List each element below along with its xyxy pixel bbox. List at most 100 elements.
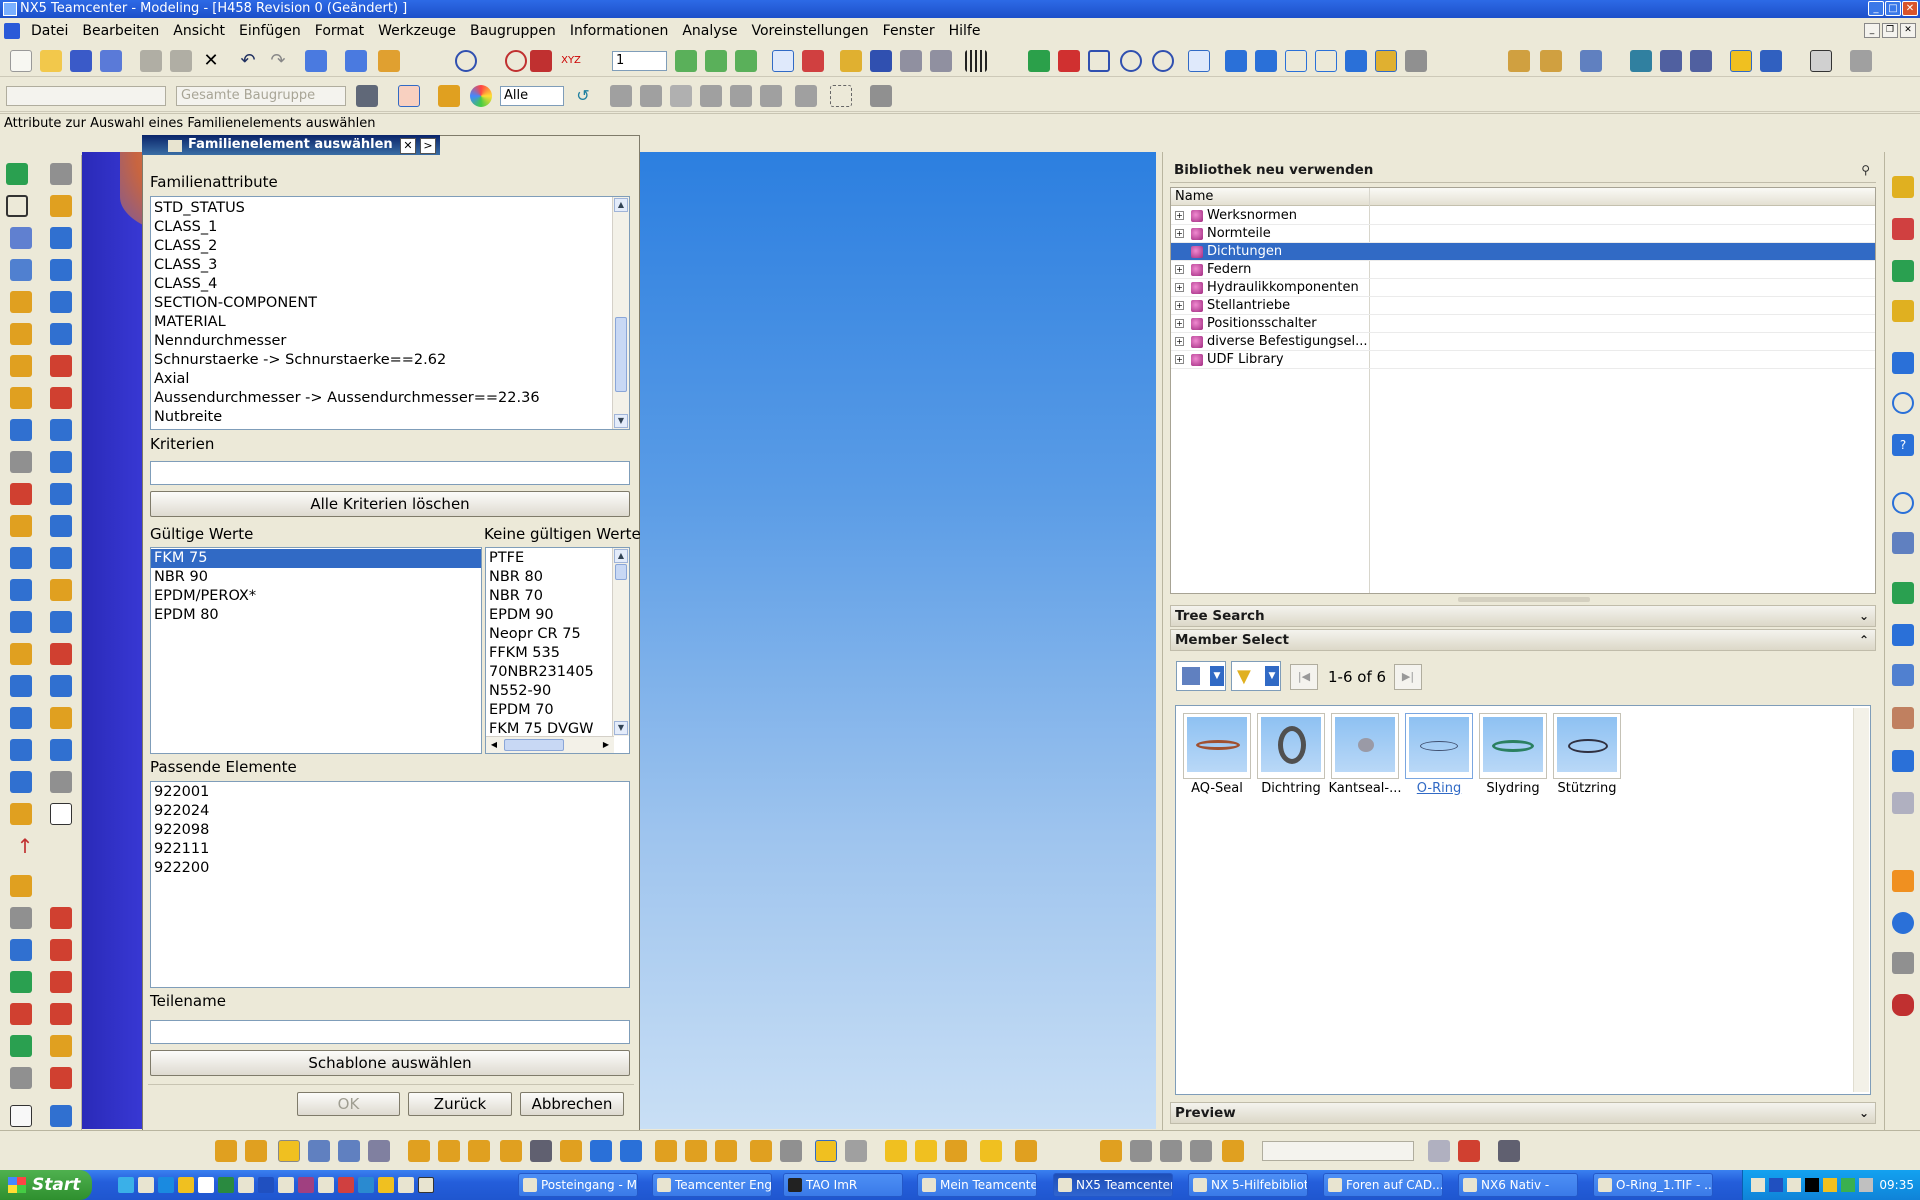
chamfer-icon[interactable] [10, 419, 32, 441]
revolve-icon[interactable] [10, 227, 32, 249]
analysis-5-icon[interactable] [1222, 1140, 1244, 1162]
quicklaunch-word-icon[interactable] [198, 1177, 214, 1193]
pocket-icon[interactable] [10, 323, 32, 345]
partname-input[interactable] [150, 1020, 630, 1044]
translucency-icon[interactable] [1405, 50, 1427, 72]
member-dichtring[interactable] [1257, 713, 1325, 779]
helix-icon[interactable] [655, 1140, 677, 1162]
mirror-icon[interactable] [50, 483, 72, 505]
menu-ansicht[interactable]: Ansicht [166, 19, 232, 43]
selection-icon[interactable] [10, 1105, 32, 1127]
expand-icon[interactable]: + [1175, 265, 1184, 274]
dialog-close-button[interactable]: ✕ [400, 138, 416, 154]
last-page-button[interactable]: ▶| [1394, 664, 1422, 690]
offset-curve-icon[interactable] [500, 1140, 522, 1162]
slot-icon[interactable] [10, 355, 32, 377]
family-attributes-list[interactable]: STD_STATUS CLASS_1 CLASS_2 CLASS_3 CLASS… [150, 196, 630, 430]
curve-icon[interactable] [10, 803, 32, 825]
valid-values-list[interactable]: FKM 75 NBR 90 EPDM/PEROX* EPDM 80 [150, 547, 482, 754]
list-item[interactable]: 922111 [151, 840, 629, 859]
tree-item-hydraulikkomponenten[interactable]: + Hydraulikkomponenten [1171, 279, 1875, 297]
list-item[interactable]: FFKM 535 [486, 644, 629, 663]
list-item[interactable]: EPDM 80 [151, 606, 481, 625]
menu-werkzeuge[interactable]: Werkzeuge [371, 19, 463, 43]
menu-informationen[interactable]: Informationen [563, 19, 676, 43]
menu-datei[interactable]: Datei [24, 19, 75, 43]
quick-pick-icon[interactable] [438, 85, 460, 107]
body-icon[interactable] [10, 939, 32, 961]
list-item[interactable]: CLASS_4 [151, 275, 629, 294]
sketch-icon[interactable] [6, 163, 28, 185]
view-tool-2-icon[interactable] [1458, 1140, 1480, 1162]
section-icon[interactable] [1508, 50, 1530, 72]
scroll-thumb[interactable] [615, 317, 627, 392]
component-icon[interactable] [1760, 50, 1782, 72]
scroll-thumb[interactable] [504, 739, 564, 751]
list-item[interactable]: Aussendurchmesser -> Aussendurchmesser==… [151, 389, 629, 408]
snap-end-icon[interactable] [610, 85, 632, 107]
scroll-right-icon[interactable]: ▶ [599, 738, 613, 752]
scroll-left-icon[interactable]: ◀ [487, 738, 501, 752]
list-item[interactable]: 922024 [151, 802, 629, 821]
redo-icon[interactable]: ↷ [267, 50, 289, 72]
member-label[interactable]: Stützring [1547, 781, 1627, 796]
menu-voreinstellungen[interactable]: Voreinstellungen [744, 19, 875, 43]
delete-icon[interactable]: ✕ [200, 50, 222, 72]
clearance-icon[interactable] [50, 1067, 72, 1089]
doc-close-button[interactable]: ✕ [1900, 23, 1916, 38]
quicklaunch-notepad-icon[interactable] [238, 1177, 254, 1193]
select-icon[interactable] [345, 50, 367, 72]
note-icon[interactable] [945, 1140, 967, 1162]
analysis-2-icon[interactable] [1130, 1140, 1152, 1162]
doc-restore-button[interactable]: ❐ [1882, 23, 1898, 38]
invalid-values-scrollbar[interactable]: ▲ ▼ [612, 548, 629, 736]
measure-icon[interactable] [530, 50, 552, 72]
blend-icon[interactable] [50, 387, 72, 409]
menu-einfuegen[interactable]: Einfügen [232, 19, 308, 43]
shaded-edges-icon[interactable] [1255, 50, 1277, 72]
chevron-down-icon[interactable]: ▼ [1265, 666, 1279, 686]
extract-icon[interactable] [10, 739, 32, 761]
plane-icon[interactable] [50, 803, 72, 825]
quicklaunch-app-icon[interactable] [258, 1177, 274, 1193]
shaded-icon[interactable] [1225, 50, 1247, 72]
list-item[interactable]: NBR 90 [151, 568, 481, 587]
quicklaunch-nx-icon[interactable] [298, 1177, 314, 1193]
list-item[interactable]: EPDM/PEROX* [151, 587, 481, 606]
rectangle-icon[interactable] [6, 195, 28, 217]
trim-curve-icon[interactable] [530, 1140, 552, 1162]
quicklaunch-misc-icon[interactable] [398, 1177, 414, 1193]
simplify-icon[interactable] [10, 707, 32, 729]
member-o-ring[interactable] [1405, 713, 1473, 779]
list-item[interactable]: FKM 75 [151, 549, 481, 568]
bottom-select[interactable] [1262, 1141, 1414, 1161]
layer-visible-icon[interactable] [705, 50, 727, 72]
replace-icon[interactable] [50, 707, 72, 729]
list-item[interactable]: CLASS_1 [151, 218, 629, 237]
tree-item-befestigung[interactable]: + diverse Befestigungsel... [1171, 333, 1875, 351]
wave-icon[interactable] [10, 1067, 32, 1089]
list-item[interactable]: Neopr CR 75 [486, 625, 629, 644]
quicklaunch-explorer-icon[interactable] [158, 1177, 174, 1193]
doc-minimize-button[interactable]: _ [1864, 23, 1880, 38]
scroll-down-icon[interactable]: ▼ [614, 721, 628, 735]
member-label[interactable]: Dichtring [1251, 781, 1331, 796]
grid-icon[interactable] [965, 50, 987, 72]
scroll-up-icon[interactable]: ▲ [614, 198, 628, 212]
solid-filter-icon[interactable] [870, 85, 892, 107]
preview-header[interactable]: Preview ⌄ [1170, 1102, 1876, 1124]
draft-icon[interactable] [10, 515, 32, 537]
tree-item-werksnormen[interactable]: + Werksnormen [1171, 207, 1875, 225]
member-select-header[interactable]: Member Select ⌃ [1170, 629, 1876, 651]
trim-icon[interactable] [10, 547, 32, 569]
first-page-button[interactable]: |◀ [1290, 664, 1318, 690]
tray-monitor-icon[interactable] [1787, 1178, 1801, 1192]
list-item[interactable]: N552-90 [486, 682, 629, 701]
list-item[interactable]: NBR 80 [486, 568, 629, 587]
web-browser-icon[interactable] [1892, 352, 1914, 374]
expand-icon[interactable]: + [1175, 211, 1184, 220]
tube-icon[interactable] [50, 451, 72, 473]
wcs-icon[interactable] [772, 50, 794, 72]
constraint-navigator-icon[interactable] [1892, 218, 1914, 240]
annotation-icon[interactable] [885, 1140, 907, 1162]
